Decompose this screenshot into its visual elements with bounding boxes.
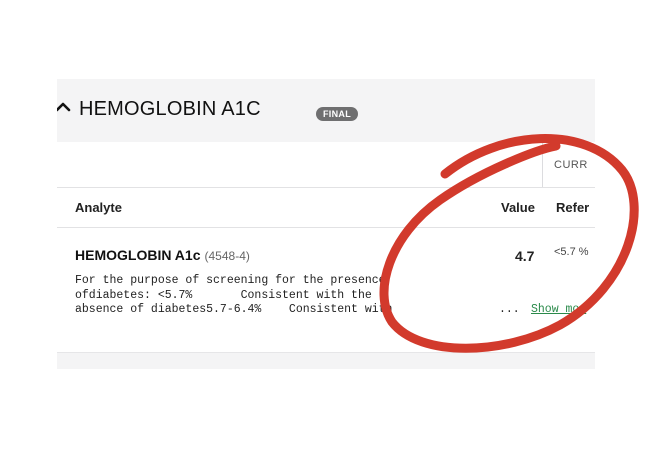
section-title: HEMOGLOBIN A1C [79, 98, 261, 120]
analyte-name: HEMOGLOBIN A1c (4548-4) [75, 247, 250, 263]
column-divider [542, 142, 543, 187]
analyte-label: HEMOGLOBIN A1c [75, 247, 201, 263]
section-header[interactable]: HEMOGLOBIN A1C FINAL [57, 79, 595, 143]
column-header-reference: Refer [556, 200, 590, 215]
comment-line: ofdiabetes: <5.7% Consistent with the [75, 288, 372, 302]
chevron-up-icon[interactable] [57, 99, 71, 115]
analyte-code: (4548-4) [204, 249, 250, 263]
column-header-value: Value [501, 200, 535, 215]
comment-ellipsis: ... [499, 303, 520, 316]
result-comment: For the purpose of screening for the pre… [75, 274, 505, 318]
table-row: HEMOGLOBIN A1c (4548-4) 4.7 <5.7 % For th… [57, 228, 595, 328]
column-group-header: CURR [57, 142, 595, 188]
status-badge: FINAL [316, 107, 358, 121]
current-column-label: CURR [554, 159, 588, 171]
reference-range: <5.7 % [554, 246, 589, 258]
comment-line: For the purpose of screening for the pre… [75, 274, 386, 287]
column-header-analyte: Analyte [75, 200, 122, 215]
lab-result-card: HEMOGLOBIN A1C FINAL CURR Analyte Value … [57, 79, 595, 369]
comment-line: absence of diabetes5.7-6.4% Consistent w… [75, 303, 393, 316]
result-value: 4.7 [515, 248, 535, 264]
card-footer [57, 352, 595, 369]
show-more-link[interactable]: Show mor [531, 303, 586, 316]
table-header-row: Analyte Value Refer [57, 187, 595, 228]
